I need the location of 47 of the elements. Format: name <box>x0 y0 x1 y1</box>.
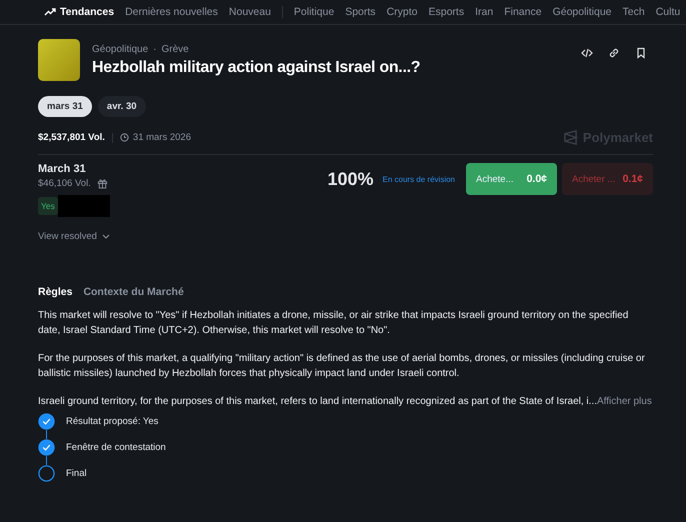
clock-icon <box>120 133 129 142</box>
rules-paragraph: This market will resolve to "Yes" if Hezbollah initiates a drone, missile, or air strike that impacts Israeli ground territory on the specified date, Israel Standard Time (UTC+2). Otherwise, this market will resolve to "No". <box>38 309 630 338</box>
nav-link[interactable]: Géopolitique <box>552 6 612 18</box>
nav-link[interactable]: Cultu <box>656 6 680 18</box>
breadcrumb-link[interactable]: Grève <box>162 44 189 54</box>
bookmark-icon[interactable] <box>635 47 647 59</box>
link-icon[interactable] <box>608 47 620 59</box>
market-name: March 31 <box>38 163 87 175</box>
probability: 100% <box>327 168 374 190</box>
nav-link[interactable]: Crypto <box>386 6 418 18</box>
rules-tab[interactable]: Contexte du Marché <box>83 286 184 298</box>
nav-link[interactable]: Finance <box>504 6 542 18</box>
show-more-link[interactable]: Afficher plus <box>596 396 652 407</box>
rules-paragraph: For the purposes of this market, a qualifying "military action" is defined as the use of aerial bombs, drones, or missiles (including cruise or ballistic missiles) launched by Hezbollah forces that physically impact land under Israeli control. <box>38 352 646 381</box>
buy-no-button[interactable]: Acheter ... 0.1¢ <box>562 163 653 195</box>
nav-link[interactable]: Politique <box>294 6 334 18</box>
date-tab[interactable]: avr. 30 <box>98 96 146 117</box>
chevron-down-icon <box>102 234 110 239</box>
breadcrumb-link[interactable]: Géopolitique <box>92 44 148 54</box>
view-resolved-button[interactable]: View resolved <box>38 231 110 242</box>
step-label: Résultat proposé: Yes <box>66 415 158 429</box>
end-date: 31 mars 2026 <box>132 132 191 143</box>
nav-link[interactable]: Nouveau <box>228 6 271 18</box>
embed-code-icon[interactable] <box>581 47 593 59</box>
rules-paragraph: Israeli ground territory, for the purposes of this market, refers to land internationally recognized as part of the State of Israel, i...Afficher plus <box>38 395 653 409</box>
nav-link[interactable]: Tendances <box>44 6 114 18</box>
outcome-tag: Yes <box>38 197 58 215</box>
step-label: Fenêtre de contestation <box>66 441 166 455</box>
nav-link[interactable]: Iran <box>475 6 494 18</box>
rules-tab[interactable]: Règles <box>38 286 72 298</box>
date-tab[interactable]: mars 31 <box>38 96 92 117</box>
nav-link[interactable]: Dernières nouvelles <box>125 6 218 18</box>
status-label: En cours de révision <box>382 174 455 184</box>
buy-yes-button[interactable]: Achete... 0.0¢ <box>466 163 557 195</box>
logo-icon <box>562 130 578 145</box>
gift-icon <box>96 178 108 189</box>
redaction-block <box>58 195 110 217</box>
separator-dot: · <box>153 44 156 54</box>
nav-link[interactable]: Tech <box>622 6 645 18</box>
photo-placeholder <box>38 39 80 81</box>
trending-icon <box>44 8 56 16</box>
event-title: Hezbollah military action against Israel on...? <box>92 58 422 76</box>
total-volume: $2,537,801 Vol. <box>38 132 105 143</box>
nav-link[interactable]: Sports <box>345 6 376 18</box>
market-volume: $46,106 Vol. <box>38 178 91 189</box>
step-label: Final <box>66 467 87 481</box>
nav-link[interactable]: Esports <box>428 6 464 18</box>
